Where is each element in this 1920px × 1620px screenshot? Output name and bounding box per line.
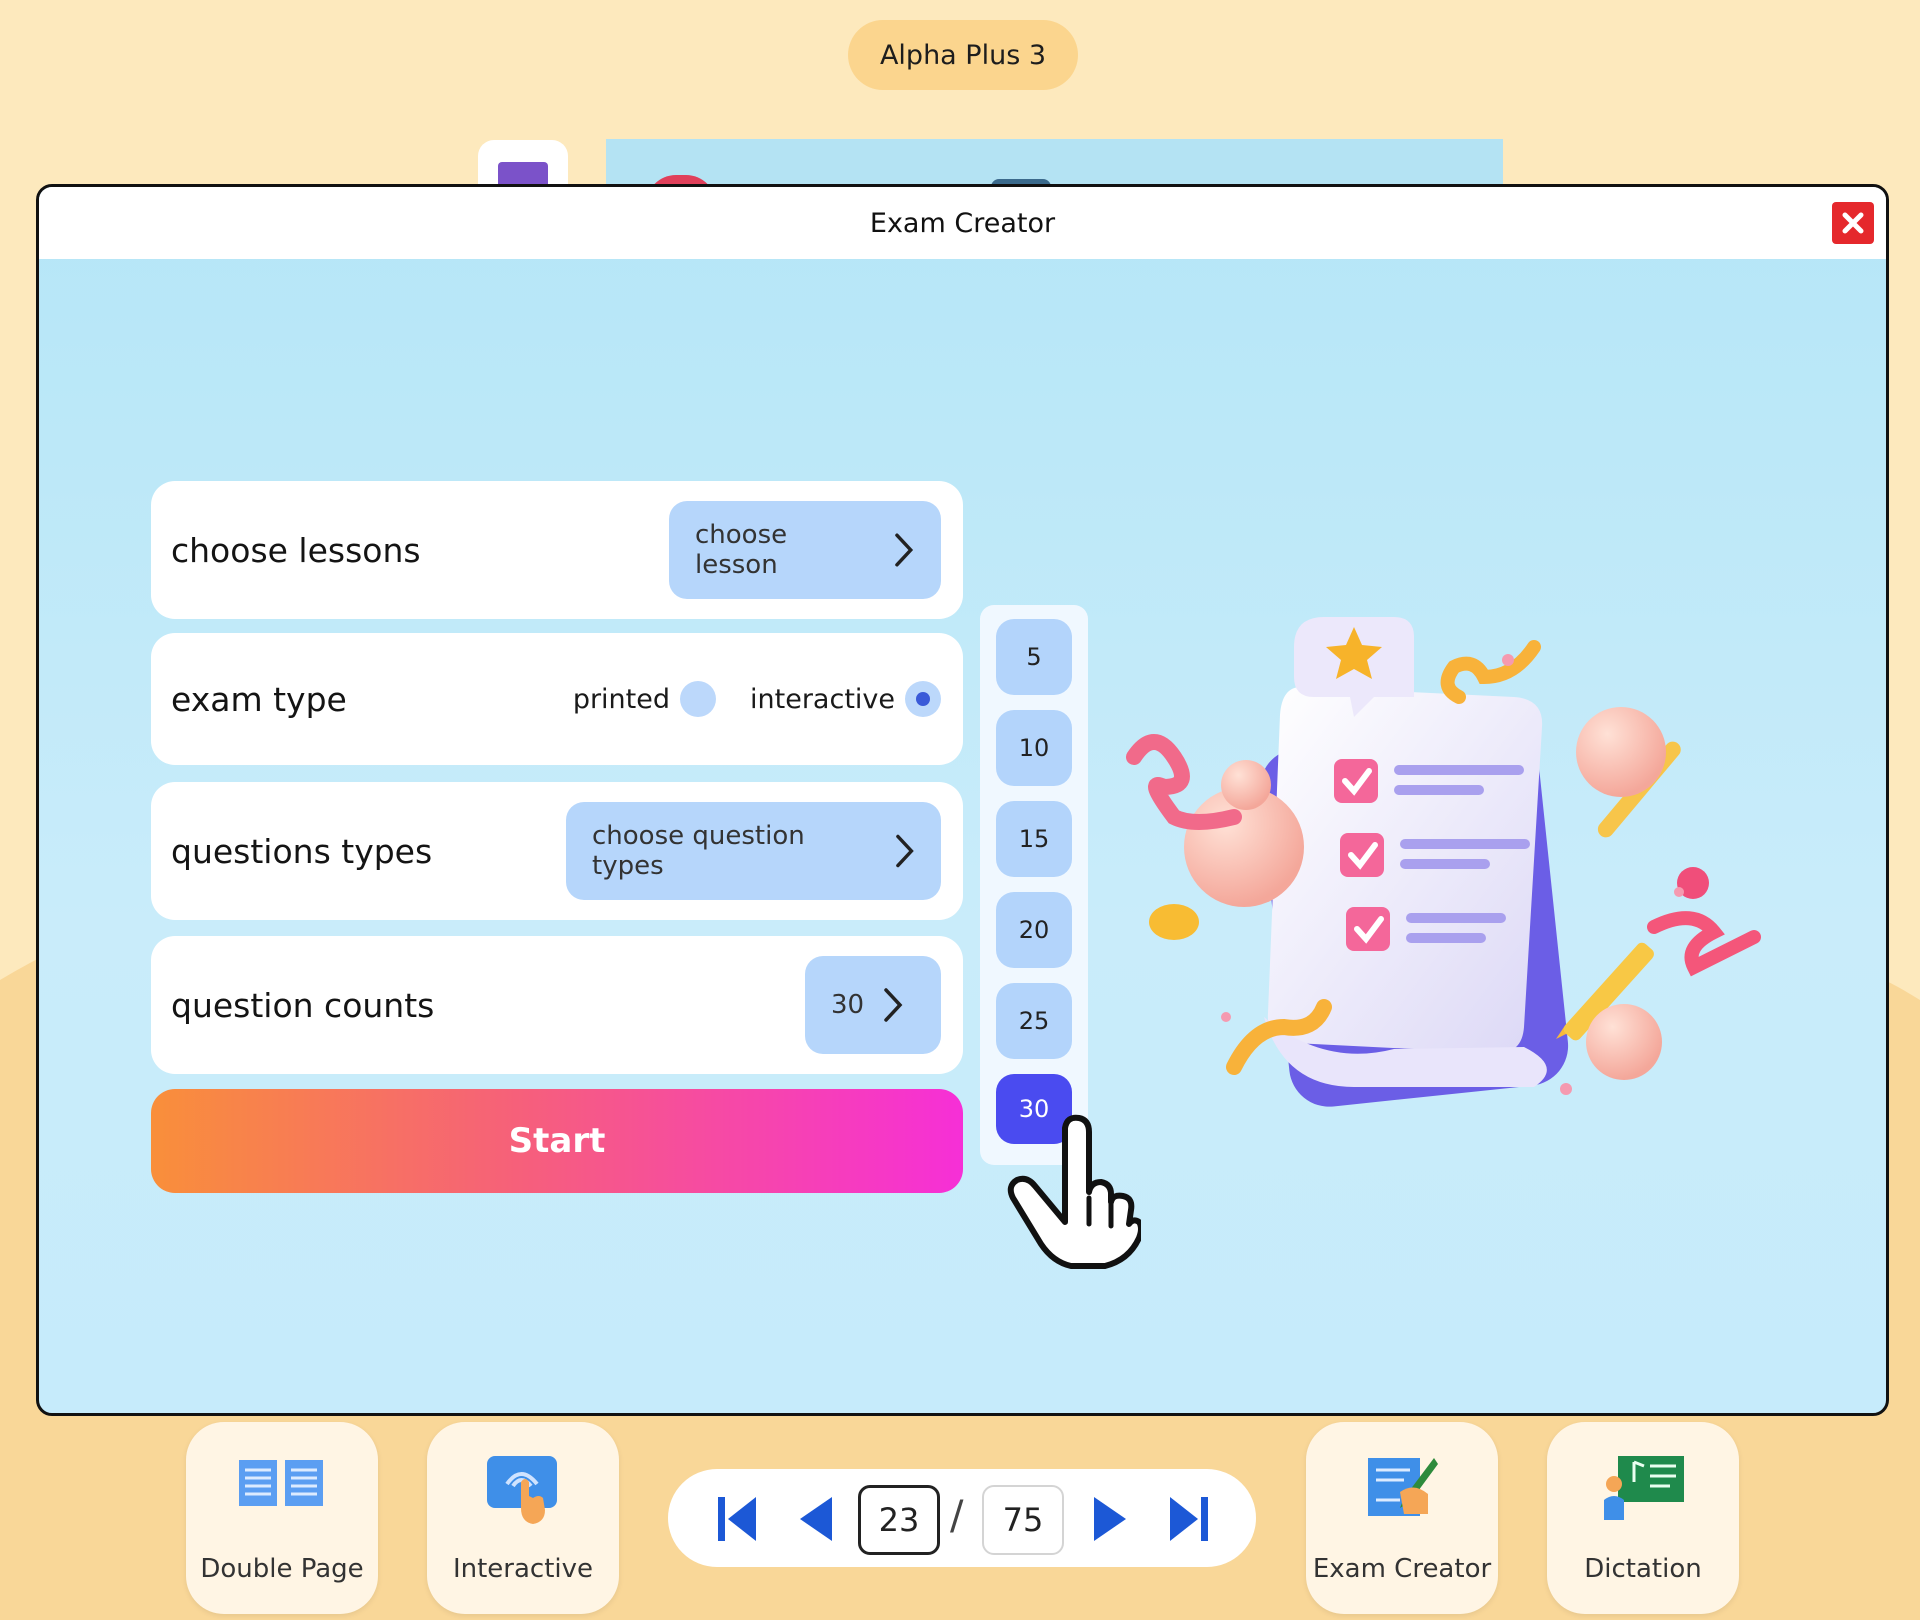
exam-creator-label: Exam Creator <box>1312 1554 1492 1584</box>
start-button[interactable]: Start <box>151 1089 963 1193</box>
interactive-button[interactable]: Interactive <box>427 1422 619 1614</box>
choose-lesson-button[interactable]: choose lesson <box>669 501 941 599</box>
app-title: Alpha Plus 3 <box>848 20 1078 90</box>
dictation-label: Dictation <box>1584 1554 1702 1584</box>
question-count-button[interactable]: 30 <box>805 956 941 1054</box>
question-counts-row: question counts 30 <box>151 936 963 1074</box>
question-types-row: questions types choose question types <box>151 782 963 920</box>
exam-creator-icon <box>1368 1458 1438 1516</box>
dictation-icon <box>1604 1456 1684 1520</box>
exam-creator-modal: Exam Creator choose lessons choose lesso… <box>36 184 1889 1416</box>
touch-icon <box>487 1456 557 1524</box>
next-page-icon[interactable] <box>1092 1495 1130 1543</box>
modal-title: Exam Creator <box>869 207 1056 239</box>
count-option-15[interactable]: 15 <box>996 801 1072 877</box>
interactive-option-label: interactive <box>750 683 895 715</box>
choose-question-types-button[interactable]: choose question types <box>566 802 941 900</box>
total-pages: 75 <box>982 1485 1064 1555</box>
previous-page-icon[interactable] <box>796 1495 834 1543</box>
chevron-right-icon <box>884 988 903 1022</box>
count-option-25[interactable]: 25 <box>996 983 1072 1059</box>
count-option-20[interactable]: 20 <box>996 892 1072 968</box>
close-button[interactable] <box>1832 202 1874 244</box>
printed-radio[interactable] <box>680 681 717 717</box>
double-page-button[interactable]: Double Page <box>186 1422 378 1614</box>
exam-type-row: exam type printed interactive <box>151 633 963 765</box>
interactive-label: Interactive <box>452 1554 594 1584</box>
double-page-icon <box>239 1460 323 1506</box>
exam-type-options: printed interactive <box>573 681 941 717</box>
chevron-right-icon <box>895 533 914 567</box>
chevron-right-icon <box>895 834 914 868</box>
lessons-row: choose lessons choose lesson <box>151 481 963 619</box>
first-page-icon[interactable] <box>716 1495 758 1543</box>
choose-question-types-label: choose question types <box>592 821 805 881</box>
hand-pointer-cursor-icon <box>1007 1114 1141 1269</box>
question-counts-label: question counts <box>171 985 435 1025</box>
double-page-label: Double Page <box>200 1554 364 1584</box>
lessons-label: choose lessons <box>171 530 421 570</box>
page-navigator: 23 / 75 <box>668 1469 1256 1567</box>
radio-selected-dot <box>916 692 930 706</box>
dictation-button[interactable]: Dictation <box>1547 1422 1739 1614</box>
exam-type-label: exam type <box>171 679 347 719</box>
question-types-label: questions types <box>171 831 433 871</box>
exam-checklist-illustration <box>1126 617 1761 1107</box>
current-page-field[interactable]: 23 <box>858 1485 940 1555</box>
question-count-dropdown: 5 10 15 20 25 30 <box>980 605 1088 1165</box>
modal-header: Exam Creator <box>39 187 1886 259</box>
last-page-icon[interactable] <box>1168 1495 1210 1543</box>
question-count-value: 30 <box>831 990 865 1020</box>
close-icon <box>1842 212 1864 234</box>
interactive-radio[interactable] <box>905 681 941 717</box>
choose-lesson-label: choose lesson <box>695 520 788 580</box>
count-option-5[interactable]: 5 <box>996 619 1072 695</box>
printed-option-label: printed <box>572 683 671 715</box>
exam-creator-button[interactable]: Exam Creator <box>1306 1422 1498 1614</box>
page-separator: / <box>950 1493 964 1539</box>
count-option-10[interactable]: 10 <box>996 710 1072 786</box>
